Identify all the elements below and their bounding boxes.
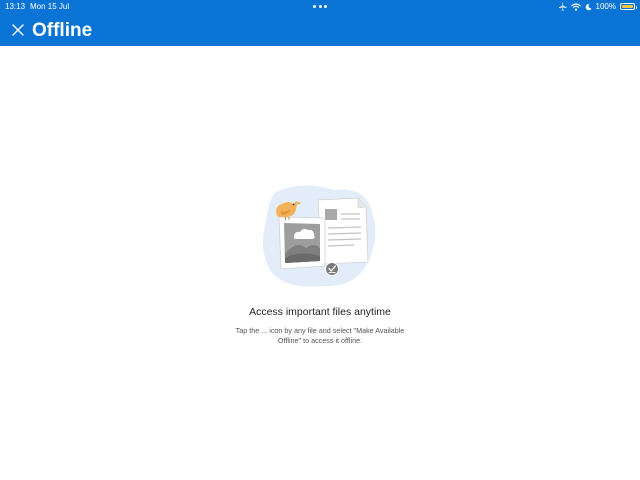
photo-icon: [278, 216, 326, 270]
page-title: Offline: [32, 20, 93, 41]
empty-state: Access important files anytime Tap the .…: [170, 170, 470, 350]
offline-check-badge-icon: [325, 262, 339, 276]
battery-level-fill: [622, 5, 633, 8]
multitasking-dots-icon[interactable]: [313, 5, 327, 8]
document-icon: [317, 197, 369, 265]
close-button[interactable]: [9, 21, 27, 39]
status-date: Mon 15 Jul: [30, 2, 70, 11]
close-icon: [12, 24, 24, 36]
app-header: 13:13 Mon 15 Jul 100% Offline: [0, 0, 640, 46]
empty-state-description: Tap the ... icon by any file and select …: [235, 326, 405, 345]
battery-icon: [620, 3, 637, 10]
empty-state-title: Access important files anytime: [249, 306, 391, 318]
airplane-icon: [558, 2, 567, 11]
status-indicators: 100%: [558, 0, 637, 13]
wifi-icon: [570, 2, 581, 11]
moon-icon: [585, 3, 592, 11]
status-time: 13:13: [5, 2, 26, 11]
status-bar: 13:13 Mon 15 Jul 100%: [0, 0, 640, 13]
battery-percent: 100%: [595, 2, 616, 11]
offline-files-illustration: [262, 185, 376, 287]
navigation-bar: Offline: [0, 16, 640, 46]
